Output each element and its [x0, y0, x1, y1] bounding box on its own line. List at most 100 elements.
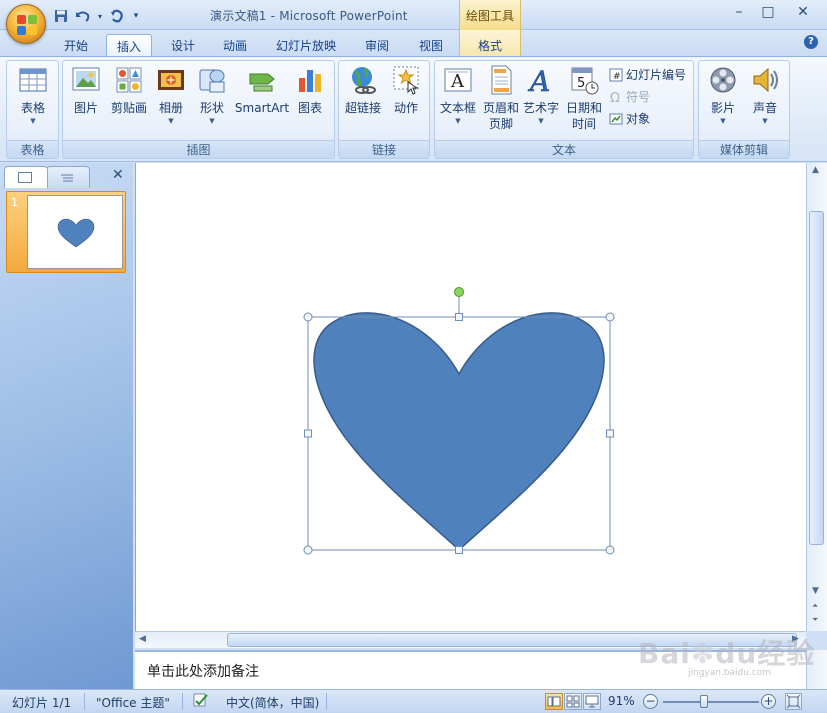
movie-label: 影片 — [710, 101, 735, 115]
shapes-icon — [196, 64, 228, 96]
tab-animations[interactable]: 动画 — [212, 34, 258, 56]
scroll-left-icon[interactable]: ◀ — [139, 634, 146, 644]
slideshow-view-button[interactable] — [583, 693, 601, 710]
chevron-down-icon: ▼ — [762, 117, 768, 125]
group-label-media: 媒体剪辑 — [699, 140, 789, 158]
object-button[interactable]: 对象 — [609, 109, 650, 129]
clipart-label: 剪贴画 — [110, 101, 147, 115]
svg-text:A: A — [450, 71, 465, 92]
vertical-scroll-thumb[interactable] — [809, 211, 824, 545]
action-label: 动作 — [393, 101, 418, 115]
slide-canvas[interactable] — [136, 163, 807, 631]
thumbnail-heart-shape — [57, 218, 95, 248]
picture-button[interactable]: 图片 — [69, 64, 103, 116]
ribbon: 表格 ▼ 表格 图片 剪贴画 相册 ▼ 形状 ▼ SmartArt 图表 插图 … — [0, 56, 827, 162]
resize-handle-tl — [303, 312, 313, 322]
scroll-up-icon[interactable]: ▲ — [812, 165, 819, 175]
customize-toolbar-icon[interactable]: ▾ — [130, 7, 142, 25]
zoom-level[interactable]: 91% — [608, 694, 635, 708]
baidu-watermark-url: jingyan.baidu.com — [688, 668, 772, 678]
tab-design[interactable]: 设计 — [160, 34, 206, 56]
tab-format[interactable]: 格式 — [459, 30, 521, 56]
date-time-button[interactable]: 5 日期和 时间 — [563, 64, 605, 132]
textbox-label: 文本框 — [439, 101, 476, 115]
slide-thumbnail-selected[interactable]: 1 — [6, 191, 126, 273]
omega-icon: Ω — [609, 90, 623, 106]
zoom-slider-thumb[interactable] — [700, 695, 708, 708]
table-button[interactable]: 表格 ▼ — [13, 64, 53, 126]
chevron-down-icon: ▼ — [209, 117, 215, 125]
chevron-down-icon: ▼ — [720, 117, 726, 125]
baidu-watermark: Bai✽du经验 — [638, 637, 816, 670]
symbol-button[interactable]: Ω 符号 — [609, 87, 650, 107]
undo-icon[interactable] — [74, 7, 92, 25]
zoom-slider-track[interactable] — [663, 701, 759, 703]
movie-button[interactable]: 影片 ▼ — [703, 64, 743, 126]
vertical-scrollbar[interactable]: ▲ ▼ ⏶ ⏷ — [806, 163, 827, 631]
slide-thumbnail[interactable] — [27, 195, 123, 269]
tab-view[interactable]: 视图 — [408, 34, 454, 56]
group-links: 超链接 动作 链接 — [338, 60, 430, 159]
redo-icon[interactable] — [108, 7, 126, 25]
resize-handle-br — [605, 545, 615, 555]
action-button[interactable]: 动作 — [387, 64, 425, 116]
smartart-button[interactable]: SmartArt — [233, 64, 291, 116]
table-label: 表格 — [20, 101, 45, 115]
help-icon[interactable]: ? — [804, 35, 818, 49]
tab-review[interactable]: 审阅 — [354, 34, 400, 56]
svg-text:Ω: Ω — [610, 91, 620, 104]
previous-slide-icon[interactable]: ⏶ — [812, 601, 818, 611]
fit-to-window-button[interactable] — [785, 693, 802, 710]
close-button[interactable]: ✕ — [790, 4, 816, 24]
hyperlink-label: 超链接 — [344, 101, 381, 115]
spellcheck-icon[interactable] — [192, 692, 210, 711]
group-text: A 文本框 ▼ 页眉和 页脚 A 艺术字 ▼ 5 日期和 时间 # 幻灯片编号 … — [434, 60, 694, 159]
resize-handle-bl — [303, 545, 313, 555]
object-label: 对象 — [626, 112, 651, 126]
drawing-tools-context: 绘图工具 — [459, 0, 521, 30]
minimize-button[interactable]: – — [726, 4, 752, 24]
clipart-button[interactable]: 剪贴画 — [107, 64, 151, 116]
resize-handle-t — [455, 313, 463, 321]
fit-window-icon — [786, 694, 801, 709]
normal-view-button[interactable] — [545, 693, 563, 710]
photo-album-button[interactable]: 相册 ▼ — [151, 64, 191, 126]
tab-insert[interactable]: 插入 — [106, 34, 152, 56]
undo-dropdown-icon[interactable]: ▾ — [96, 7, 104, 25]
chart-button[interactable]: 图表 — [291, 64, 329, 116]
group-media: 影片 ▼ 声音 ▼ 媒体剪辑 — [698, 60, 790, 159]
header-footer-button[interactable]: 页眉和 页脚 — [481, 64, 521, 132]
tab-home[interactable]: 开始 — [52, 34, 100, 56]
zoom-in-button[interactable]: + — [761, 694, 776, 709]
tab-slideshow[interactable]: 幻灯片放映 — [266, 34, 346, 56]
save-icon[interactable] — [52, 7, 70, 25]
scroll-down-icon[interactable]: ▼ — [812, 586, 819, 596]
zoom-out-button[interactable]: − — [643, 694, 658, 709]
office-logo-icon — [17, 15, 37, 35]
svg-text:5: 5 — [577, 76, 585, 91]
group-illustrations: 图片 剪贴画 相册 ▼ 形状 ▼ SmartArt 图表 插图 — [62, 60, 335, 159]
next-slide-icon[interactable]: ⏷ — [812, 615, 818, 625]
textbox-button[interactable]: A 文本框 ▼ — [437, 64, 479, 126]
slides-panel: ✕ 1 — [0, 163, 133, 689]
language-indicator[interactable]: 中文(简体，中国) — [226, 694, 319, 711]
symbol-label: 符号 — [626, 90, 651, 104]
slide-sorter-view-button[interactable] — [564, 693, 582, 710]
theme-name: "Office 主题" — [96, 696, 170, 710]
table-icon — [17, 64, 49, 96]
slide-counter: 幻灯片 1/1 — [12, 696, 72, 710]
slide-icon — [18, 172, 32, 183]
slide-content — [303, 287, 615, 555]
office-button[interactable] — [6, 4, 46, 44]
sound-button[interactable]: 声音 ▼ — [745, 64, 785, 126]
slides-tab[interactable] — [4, 166, 48, 188]
close-panel-icon[interactable]: ✕ — [112, 167, 124, 183]
hyperlink-button[interactable]: 超链接 — [341, 64, 385, 116]
outline-tab[interactable] — [46, 166, 90, 188]
wordart-button[interactable]: A 艺术字 ▼ — [521, 64, 561, 126]
smartart-icon — [246, 64, 278, 96]
group-label-text: 文本 — [435, 140, 693, 158]
slide-number-button[interactable]: # 幻灯片编号 — [609, 65, 686, 85]
shapes-button[interactable]: 形状 ▼ — [193, 64, 231, 126]
maximize-button[interactable]: □ — [755, 4, 781, 24]
